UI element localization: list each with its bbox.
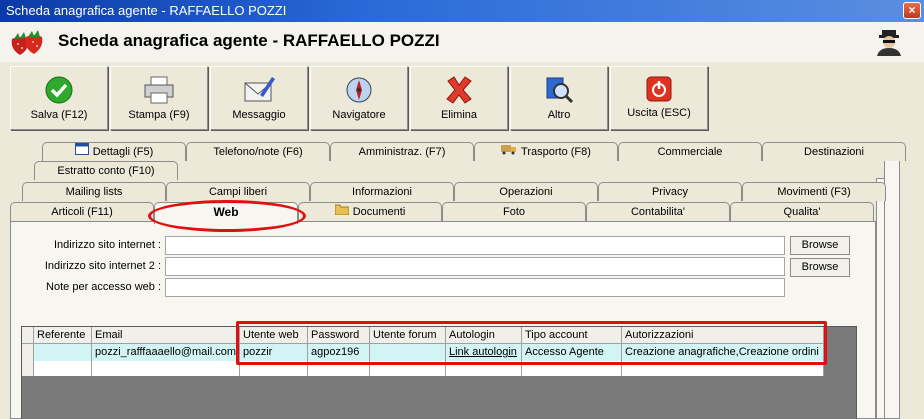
exit-button[interactable]: Uscita (ESC) <box>610 66 708 130</box>
new-row-cell[interactable] <box>92 361 240 376</box>
tab-telefono[interactable]: Telefono/note (F6) <box>186 142 330 161</box>
browse-site-button[interactable]: Browse <box>790 236 850 255</box>
tab-documenti-label: Documenti <box>352 206 406 218</box>
window-title: Scheda anagrafica agente - RAFFAELLO POZ… <box>6 3 287 18</box>
exit-icon <box>646 76 672 102</box>
tab-operazioni-label: Operazioni <box>499 186 553 198</box>
compass-icon <box>346 77 372 103</box>
print-label: Stampa (F9) <box>128 109 190 121</box>
more-button[interactable]: Altro <box>510 66 608 130</box>
save-button[interactable]: Salva (F12) <box>10 66 108 130</box>
tab-trasporto[interactable]: Trasporto (F8) <box>474 142 618 161</box>
tab-destinazioni[interactable]: Destinazioni <box>762 142 906 161</box>
page-title: Scheda anagrafica agente - RAFFAELLO POZ… <box>58 31 440 50</box>
tab-telefono-label: Telefono/note (F6) <box>213 146 303 158</box>
tab-trasporto-label: Trasporto (F8) <box>521 146 591 158</box>
print-button[interactable]: Stampa (F9) <box>110 66 208 130</box>
tab-articoli[interactable]: Articoli (F11) <box>10 202 154 221</box>
tab-qualita[interactable]: Qualita' <box>730 202 874 221</box>
exit-label: Uscita (ESC) <box>627 107 691 119</box>
row-header[interactable] <box>22 344 34 361</box>
folder-icon <box>334 203 350 221</box>
message-label: Messaggio <box>232 109 286 121</box>
tab-stack-edge <box>884 160 900 419</box>
site-input[interactable] <box>165 236 785 255</box>
tab-foto[interactable]: Foto <box>442 202 586 221</box>
tab-foto-label: Foto <box>502 206 525 218</box>
web-columns-highlight <box>236 321 827 365</box>
tab-contabilita[interactable]: Contabilita' <box>586 202 730 221</box>
tab-movimenti-label: Movimenti (F3) <box>777 186 851 198</box>
tab-contabilita-label: Contabilita' <box>630 206 686 218</box>
site2-row: Indirizzo sito internet 2 : <box>11 257 161 277</box>
tab-amministraz[interactable]: Amministraz. (F7) <box>330 142 474 161</box>
browse-label: Browse <box>801 239 839 251</box>
browse-label: Browse <box>801 261 839 273</box>
tab-movimenti[interactable]: Movimenti (F3) <box>742 182 886 201</box>
envelope-pen-icon <box>244 77 275 102</box>
tab-documenti[interactable]: Documenti <box>298 202 442 221</box>
tab-dettagli[interactable]: Dettagli (F5) <box>42 142 186 161</box>
agent-form-window: Scheda anagrafica agente - RAFFAELLO POZ… <box>0 22 924 419</box>
navigator-button[interactable]: Navigatore <box>310 66 408 130</box>
tab-campi-liberi[interactable]: Campi liberi <box>166 182 310 201</box>
tab-dettagli-label: Dettagli (F5) <box>92 146 154 158</box>
notes-label: Note per accesso web : <box>46 281 161 293</box>
strawberries-logo-icon <box>11 30 43 55</box>
cell-referente[interactable] <box>34 344 92 361</box>
tab-privacy[interactable]: Privacy <box>598 182 742 201</box>
more-label: Altro <box>547 109 571 121</box>
new-row-cell[interactable] <box>34 361 92 376</box>
site-row: Indirizzo sito internet : <box>11 236 161 256</box>
site2-label: Indirizzo sito internet 2 : <box>44 260 161 272</box>
delete-x-icon <box>446 76 472 104</box>
tab-articoli-label: Articoli (F11) <box>51 206 113 218</box>
tab-commerciale[interactable]: Commerciale <box>618 142 762 161</box>
new-row-header[interactable] <box>22 361 34 376</box>
magnifier-icon <box>546 77 574 104</box>
navigator-label: Navigatore <box>332 109 386 121</box>
web-tab-panel: Indirizzo sito internet : Browse Indiriz… <box>10 221 876 419</box>
tab-mailing-lists-label: Mailing lists <box>65 186 123 198</box>
col-email[interactable]: Email <box>92 327 240 344</box>
tab-amministraz-label: Amministraz. (F7) <box>358 146 446 158</box>
cell-email[interactable]: pozzi_rafffaaaello@mail.com <box>92 344 240 361</box>
agent-avatar-icon <box>877 30 901 56</box>
tab-qualita-label: Qualita' <box>783 206 821 218</box>
printer-icon <box>144 76 174 104</box>
main-toolbar: Salva (F12) Stampa (F9) Messaggio Naviga… <box>6 62 918 134</box>
tab-informazioni-label: Informazioni <box>352 186 412 198</box>
site2-input[interactable] <box>165 257 785 276</box>
tab-mailing-lists[interactable]: Mailing lists <box>22 182 166 201</box>
tab-commerciale-label: Commerciale <box>657 146 723 158</box>
save-label: Salva (F12) <box>30 109 88 121</box>
message-button[interactable]: Messaggio <box>210 66 308 130</box>
close-window-button[interactable]: × <box>903 2 921 19</box>
row-header-corner <box>22 327 34 344</box>
web-tab-highlight <box>148 200 306 232</box>
window-title-bar: Scheda anagrafica agente - RAFFAELLO POZ… <box>0 0 924 22</box>
tab-destinazioni-label: Destinazioni <box>804 146 864 158</box>
col-referente[interactable]: Referente <box>34 327 92 344</box>
tab-informazioni[interactable]: Informazioni <box>310 182 454 201</box>
site-label: Indirizzo sito internet : <box>54 239 161 251</box>
delete-button[interactable]: Elimina <box>410 66 508 130</box>
tab-estratto-conto-label: Estratto conto (F10) <box>57 165 155 177</box>
form-header: Scheda anagrafica agente - RAFFAELLO POZ… <box>0 22 924 62</box>
notes-row: Note per accesso web : <box>11 278 161 298</box>
notes-input[interactable] <box>165 278 785 297</box>
truck-icon <box>501 143 517 161</box>
tab-operazioni[interactable]: Operazioni <box>454 182 598 201</box>
browse-site2-button[interactable]: Browse <box>790 258 850 277</box>
delete-label: Elimina <box>440 109 478 121</box>
tab-campi-liberi-label: Campi liberi <box>208 186 268 198</box>
tab-estratto-conto[interactable]: Estratto conto (F10) <box>34 161 178 180</box>
check-icon <box>45 76 73 104</box>
tab-privacy-label: Privacy <box>651 186 689 198</box>
tab-container: Dettagli (F5) Telefono/note (F6) Amminis… <box>6 140 918 419</box>
window-icon <box>74 143 89 161</box>
